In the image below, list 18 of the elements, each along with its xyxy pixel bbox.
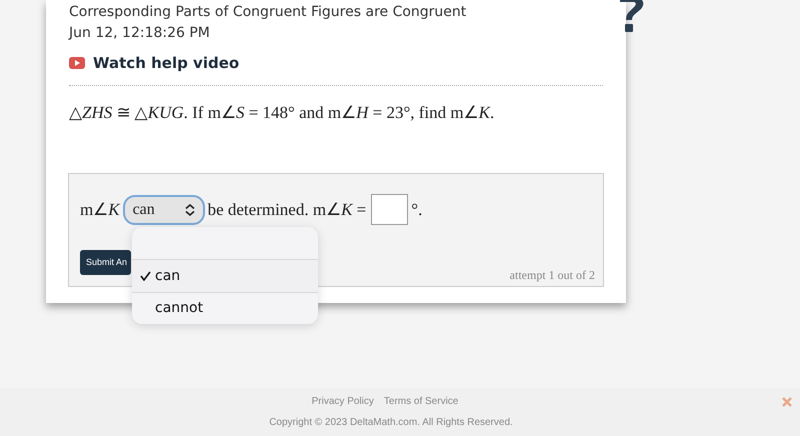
chevron-updown-icon [184, 204, 195, 216]
answer-middle: be determined. m∠K = [208, 198, 366, 221]
answer-select[interactable]: can [122, 194, 205, 224]
close-icon[interactable] [782, 397, 792, 407]
dropdown-option[interactable]: cannot [132, 292, 318, 324]
answer-input[interactable] [371, 194, 408, 225]
answer-prefix: m∠K [80, 198, 120, 221]
dropdown-option[interactable]: can [132, 260, 318, 292]
answer-suffix: °. [411, 198, 422, 221]
copyright-text: Copyright © 2023 DeltaMath.com. All Rights Reserved. [269, 416, 513, 430]
checkmark-icon [140, 271, 151, 281]
help-video-link[interactable]: Watch help video [69, 52, 240, 74]
lesson-title: Corresponding Parts of Congruent Figures are Congruent [69, 3, 468, 21]
timestamp: Jun 12, 12:18:26 PM [69, 24, 211, 42]
question-text: △ZHS ≅ △KUG. If m∠S = 148° and m∠H = 23°, find m∠K. [69, 102, 496, 124]
submit-button[interactable]: Submit An [80, 250, 131, 275]
attempt-counter: attempt 1 out of 2 [510, 267, 595, 284]
video-play-icon [69, 57, 85, 70]
